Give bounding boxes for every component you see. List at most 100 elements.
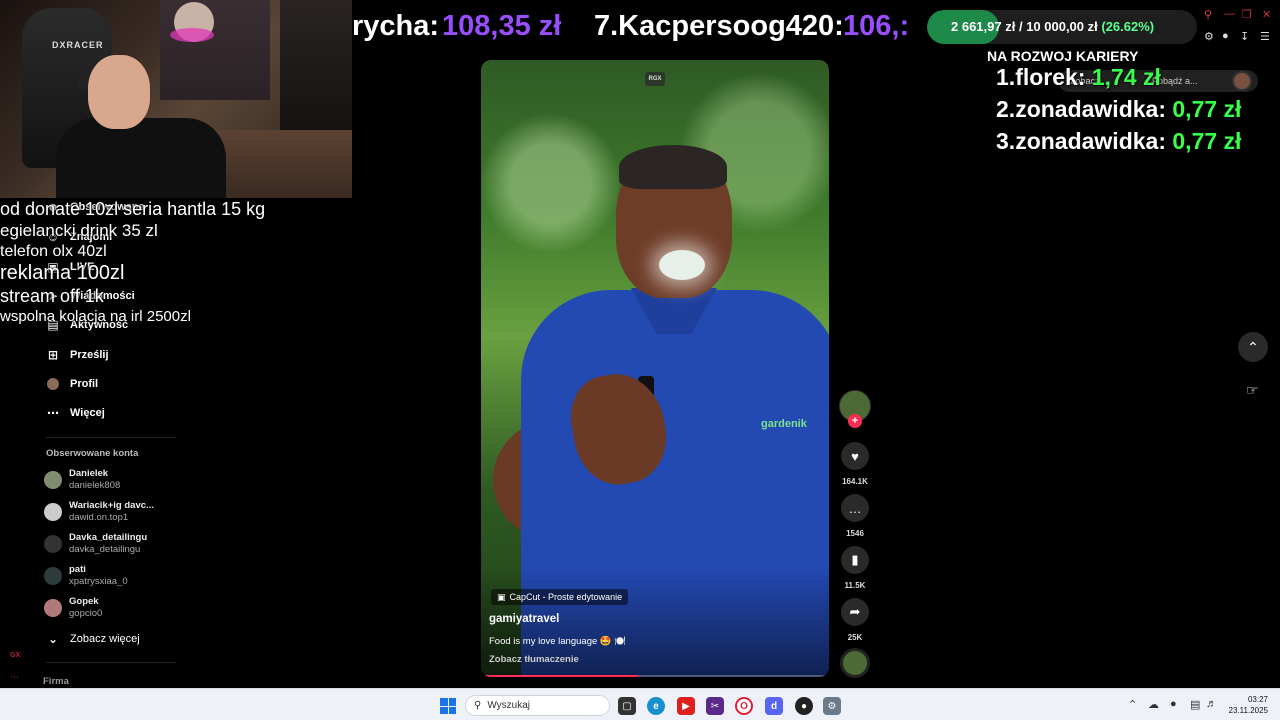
donor-rank: 1. [996, 64, 1016, 90]
save-button[interactable]: ▮ [841, 546, 869, 574]
account-name: Danielek [69, 468, 109, 479]
see-more-button[interactable]: ⌄ Zobacz więcej [46, 632, 140, 646]
network-icon[interactable]: ▤ [1190, 698, 1200, 711]
donation-goal-bar: 2 661,97 zł / 10 000,00 zł (26.62%) [927, 10, 1197, 44]
youtube-icon[interactable]: ▶ [677, 697, 695, 715]
chevron-up-icon: ⌃ [1247, 338, 1259, 355]
minimize-icon[interactable]: — [1224, 8, 1235, 20]
donate-item: reklama 100zl [0, 262, 125, 284]
donate-item: wspolna kolacja na irl 2500zl [0, 308, 191, 325]
like-count: 164.1K [842, 477, 868, 486]
firma-label[interactable]: Firma [43, 676, 69, 687]
sidebar-item-label: Prześlij [70, 349, 109, 361]
discord-icon[interactable]: d [765, 697, 783, 715]
download-icon[interactable]: ↧ [1240, 30, 1249, 43]
sidebar-item-wiecej[interactable]: ⋯ Więcej [46, 406, 105, 420]
obs-icon[interactable]: ● [795, 697, 813, 715]
followed-account[interactable]: Danielek danielek808 [44, 468, 120, 492]
ticker-name: 7.Kacpersoog420: [594, 10, 844, 42]
account-username: dawid.on.top1 [69, 512, 129, 523]
avatar [44, 471, 62, 489]
clock-time: 03:27 [1247, 695, 1268, 704]
onedrive-icon[interactable]: ☁ [1148, 698, 1159, 711]
clock[interactable]: 03:27 23.11.2025 [1228, 694, 1268, 716]
goal-percent: (26.62%) [1101, 19, 1155, 34]
video-username[interactable]: gamiyatravel [489, 613, 559, 625]
follow-plus-icon[interactable]: + [848, 414, 862, 428]
donate-item: od donate 10zl seria hantla 15 kg [0, 199, 266, 219]
more-icon[interactable]: ⋯ [10, 672, 19, 683]
share-count: 25K [847, 633, 863, 642]
ticker-amount: 108,35 zł [442, 10, 562, 42]
avatar[interactable] [1232, 71, 1252, 91]
donor-name: zonadawidka: [1015, 96, 1166, 122]
comment-button[interactable]: … [841, 494, 869, 522]
donation-ticker: rycha: 108,35 zł 7.Kacpersoog420: 106,: [352, 0, 927, 56]
edge-icon[interactable]: e [647, 697, 665, 715]
maximize-icon[interactable]: ❐ [1242, 8, 1252, 21]
settings-icon[interactable]: ⚙ [823, 697, 841, 715]
comment-icon: … [848, 500, 862, 516]
followed-account[interactable]: Wariacik+ig davc... dawid.on.top1 [44, 500, 154, 524]
donate-item: egielancki drink 35 zl [0, 221, 158, 240]
video-player[interactable]: gardenik RGX ▣ CapCut - Proste edytowani… [481, 60, 829, 677]
close-icon[interactable]: ✕ [1262, 8, 1271, 21]
opera-gx-icon[interactable]: O [735, 697, 753, 715]
capcut-label: CapCut - Proste edytowanie [509, 592, 623, 602]
search-placeholder: Wyszukaj [487, 700, 531, 711]
window-controls: ⚲ — ❐ ✕ ⚙ ● ↧ ☰ [1200, 6, 1280, 54]
streamer-head [88, 55, 150, 129]
search-icon[interactable]: ⚲ [1204, 8, 1212, 21]
capcut-tag[interactable]: ▣ CapCut - Proste edytowanie [491, 589, 629, 605]
heart-icon: ♥ [851, 448, 859, 464]
donor-amount: 0,77 zł [1172, 128, 1242, 154]
translate-link[interactable]: Zobacz tłumaczenie [489, 654, 579, 665]
following-accounts-title: Obserwowane konta [46, 448, 139, 459]
like-button[interactable]: ♥ [841, 442, 869, 470]
followed-account[interactable]: pati xpatrysxiaa_0 [44, 564, 128, 588]
search-input[interactable]: ⚲ Wyszukaj [465, 695, 610, 716]
upload-icon: ⊞ [47, 348, 59, 362]
snipping-tool-icon[interactable]: ✂ [706, 697, 724, 715]
bookmark-icon: ▮ [851, 552, 859, 567]
sidebar-item-przeslij[interactable]: ⊞ Prześlij [46, 348, 109, 362]
volume-icon[interactable]: ♬ [1206, 698, 1217, 710]
donate-item: stream off 1k [0, 286, 104, 306]
video-progress-bar[interactable] [481, 675, 829, 677]
chevron-up-icon[interactable]: ⌃ [1128, 698, 1137, 711]
music-disc[interactable] [840, 648, 870, 678]
avatar [44, 599, 62, 617]
extensions-icon[interactable]: ⚙ [1204, 30, 1214, 43]
donor-name: florek: [1015, 64, 1086, 90]
previous-video-button[interactable]: ⌃ [1238, 332, 1268, 362]
microphone-icon[interactable]: ● [1170, 698, 1177, 710]
ticker-name: rycha: [352, 10, 440, 42]
start-button[interactable] [440, 698, 456, 714]
gx-label: GX [10, 652, 21, 659]
account-name: Wariacik+ig davc... [69, 500, 154, 511]
avatar [44, 503, 62, 521]
account-username: danielek808 [69, 480, 121, 491]
menu-icon[interactable]: ☰ [1260, 30, 1270, 43]
task-view-icon[interactable]: ▢ [618, 697, 636, 715]
followed-account[interactable]: Davka_detailingu davka_detailingu [44, 532, 147, 556]
streamer-webcam: DXRACER [0, 0, 352, 198]
account-username: davka_detailingu [69, 544, 141, 555]
chair-logo: DXRACER [52, 40, 104, 50]
sidebar-item-profil[interactable]: Profil [46, 377, 98, 391]
top-donor-row: 2.zonadawidka: 0,77 zł [996, 96, 1241, 123]
capcut-icon: ▣ [497, 591, 506, 602]
account-username: gopcio0 [69, 608, 103, 619]
donor-amount: 0,77 zł [1172, 96, 1242, 122]
ticker-amount: 106,: [843, 10, 910, 42]
account-name: Davka_detailingu [69, 532, 148, 543]
share-button[interactable]: ➦ [841, 598, 869, 626]
profile-icon [46, 377, 60, 391]
sparkler [659, 250, 705, 280]
share-icon: ➦ [849, 604, 861, 619]
account-icon[interactable]: ● [1222, 30, 1229, 42]
divider [46, 437, 176, 438]
clock-date: 23.11.2025 [1228, 706, 1268, 715]
followed-account[interactable]: Gopek gopcio0 [44, 596, 102, 620]
donor-amount: 1,74 zł [1091, 64, 1161, 90]
